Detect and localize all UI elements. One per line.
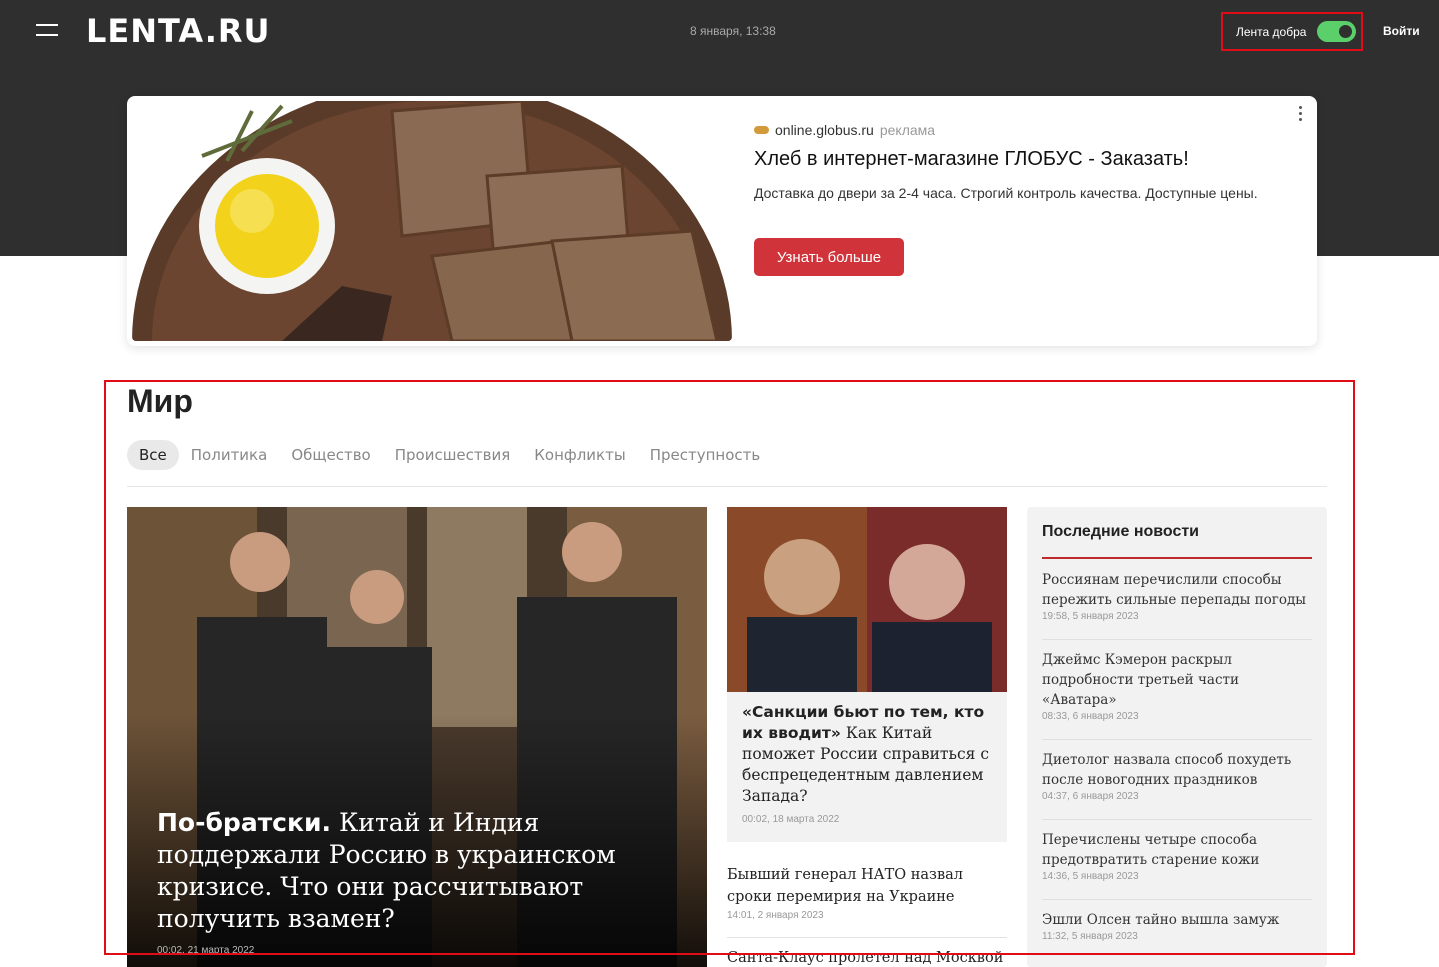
good-feed-toggle-group: Лента добра — [1221, 12, 1363, 51]
globus-logo-icon — [754, 126, 769, 134]
latest-news-divider — [1042, 739, 1312, 740]
latest-news-item[interactable]: Эшли Олсен тайно вышла замуж 11:32, 5 ян… — [1042, 910, 1312, 942]
ad-source-domain: online.globus.ru — [775, 122, 874, 138]
tab-politics[interactable]: Политика — [191, 446, 268, 464]
main-story-headline[interactable]: По-братски. Китай и Индия поддержали Рос… — [157, 807, 677, 935]
tab-incidents[interactable]: Происшествия — [395, 446, 511, 464]
latest-news-divider — [1042, 639, 1312, 640]
latest-news-title: Последние новости — [1042, 523, 1200, 540]
section-title: Мир — [127, 383, 193, 419]
ad-title[interactable]: Хлеб в интернет-магазине ГЛОБУС - Заказа… — [754, 148, 1189, 171]
latest-news-item-date: 11:32, 5 января 2023 — [1042, 931, 1138, 942]
ad-image[interactable] — [132, 101, 732, 341]
latest-news-item-title: Перечислены четыре способа предотвратить… — [1042, 832, 1260, 868]
latest-news-item-title: Джеймс Кэмерон раскрыл подробности треть… — [1042, 652, 1239, 708]
tabs-divider — [127, 486, 1327, 487]
list-item[interactable]: Бывший генерал НАТО назвал сроки перемир… — [727, 864, 1007, 921]
tab-society[interactable]: Общество — [291, 446, 370, 464]
news-date: 14:01, 2 января 2023 — [727, 910, 824, 921]
section-tabs: Все Политика Общество Происшествия Конфл… — [127, 439, 784, 470]
ad-menu-icon[interactable] — [1297, 106, 1303, 124]
latest-news-item-date: 19:58, 5 января 2023 — [1042, 611, 1139, 622]
secondary-story-image — [727, 507, 1007, 692]
news-divider — [727, 937, 1007, 938]
latest-news-accent-bar — [1042, 557, 1312, 559]
site-logo[interactable]: LENTA.RU — [86, 12, 271, 50]
main-story-lead: По-братски. — [157, 808, 331, 837]
latest-news-item-date: 14:36, 5 января 2023 — [1042, 871, 1139, 882]
latest-news-divider — [1042, 899, 1312, 900]
latest-news-item[interactable]: Россиянам перечислили способы пережить с… — [1042, 570, 1312, 622]
latest-news-item-title: Диетолог назвала способ похудеть после н… — [1042, 752, 1292, 788]
latest-news-divider — [1042, 819, 1312, 820]
ad-tag: реклама — [879, 122, 936, 138]
good-feed-toggle[interactable] — [1317, 21, 1356, 42]
news-title: Бывший генерал НАТО назвал сроки перемир… — [727, 867, 963, 905]
login-link[interactable]: Войти — [1383, 24, 1420, 38]
latest-news-item-date: 08:33, 6 января 2023 — [1042, 711, 1139, 722]
latest-news-panel: Последние новости Россиянам перечислили … — [1027, 507, 1327, 967]
ad-learn-more-button[interactable]: Узнать больше — [754, 238, 904, 276]
ad-source[interactable]: online.globus.ru реклама — [754, 122, 935, 138]
latest-news-item[interactable]: Перечислены четыре способа предотвратить… — [1042, 830, 1312, 882]
tab-all[interactable]: Все — [127, 439, 179, 470]
menu-icon[interactable] — [36, 24, 58, 38]
latest-news-item-date: 04:37, 6 января 2023 — [1042, 791, 1139, 802]
latest-news-item-title: Россиянам перечислили способы пережить с… — [1042, 572, 1307, 608]
main-story-date: 00:02, 21 марта 2022 — [157, 945, 255, 956]
current-date: 8 января, 13:38 — [690, 24, 776, 38]
latest-news-item[interactable]: Диетолог назвала способ похудеть после н… — [1042, 750, 1312, 802]
tab-conflicts[interactable]: Конфликты — [534, 446, 625, 464]
secondary-story-headline[interactable]: «Санкции бьют по тем, кто их вводит» Как… — [742, 702, 997, 807]
secondary-story-date: 00:02, 18 марта 2022 — [742, 814, 840, 825]
latest-news-item[interactable]: Джеймс Кэмерон раскрыл подробности треть… — [1042, 650, 1312, 722]
site-header: LENTA.RU 8 января, 13:38 Лента добра Вой… — [0, 0, 1439, 62]
latest-news-item-title: Эшли Олсен тайно вышла замуж — [1042, 912, 1280, 928]
secondary-story-card[interactable]: «Санкции бьют по тем, кто их вводит» Как… — [727, 507, 1007, 842]
good-feed-label: Лента добра — [1236, 24, 1307, 39]
toggle-knob — [1339, 25, 1352, 38]
tab-crime[interactable]: Преступность — [650, 446, 761, 464]
main-story-card[interactable]: По-братски. Китай и Индия поддержали Рос… — [127, 507, 707, 967]
list-item[interactable]: Санта-Клаус пролетел над Москвой — [727, 950, 1007, 966]
ad-text: Доставка до двери за 2-4 часа. Строгий к… — [754, 185, 1258, 201]
ad-banner[interactable]: online.globus.ru реклама Хлеб в интернет… — [127, 96, 1317, 346]
